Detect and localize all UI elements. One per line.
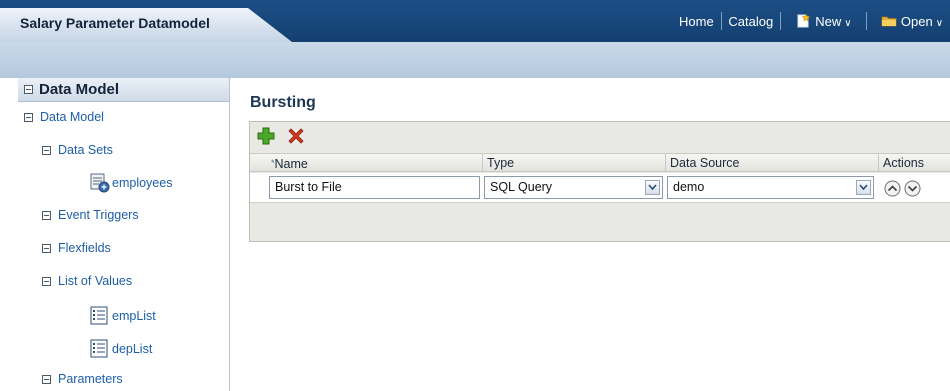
plus-icon[interactable]	[256, 126, 276, 146]
tree-item-label: Event Triggers	[58, 208, 139, 222]
tree-item-label: empList	[112, 309, 156, 323]
column-header-type[interactable]: Type	[482, 154, 665, 172]
data-source-select-value: demo	[673, 180, 705, 194]
new-menu-button[interactable]: New ∨	[788, 13, 858, 29]
chevron-down-icon: ∨	[844, 18, 852, 29]
page-title: Bursting	[250, 94, 316, 111]
list-icon	[90, 306, 108, 325]
collapse-icon[interactable]	[24, 112, 33, 122]
top-header: Salary Parameter Datamodel Home Catalog …	[0, 0, 950, 42]
tree-item-employees[interactable]: employees	[90, 173, 172, 193]
toolbar-strip	[0, 42, 950, 78]
name-input[interactable]: Burst to File	[269, 176, 480, 199]
navigator-title: Data Model	[39, 81, 120, 98]
tree-item-deplist[interactable]: depList	[90, 339, 152, 359]
type-select-value: SQL Query	[490, 180, 553, 194]
tree-item-data-sets[interactable]: Data Sets	[42, 143, 113, 157]
tree-item-list-of-values[interactable]: List of Values	[42, 274, 132, 288]
menu-divider	[865, 12, 867, 30]
collapse-icon[interactable]	[42, 210, 51, 220]
tree-item-label: List of Values	[58, 274, 133, 288]
chevron-down-icon: ∨	[935, 18, 944, 29]
table-header: *Name Type Data Source Actions	[250, 153, 950, 172]
chevron-down-icon	[859, 184, 868, 191]
collapse-icon[interactable]	[24, 85, 33, 94]
column-header-data-source[interactable]: Data Source	[665, 154, 878, 172]
tree-item-label: Data Sets	[58, 143, 113, 157]
catalog-link[interactable]: Catalog	[721, 14, 780, 29]
type-select[interactable]: SQL Query	[484, 176, 663, 199]
collapse-icon[interactable]	[42, 145, 51, 155]
table-toolbar	[256, 126, 306, 146]
list-icon	[90, 339, 108, 358]
tree-item-label: Flexfields	[58, 241, 111, 255]
collapse-icon[interactable]	[42, 276, 51, 286]
data-source-select[interactable]: demo	[667, 176, 874, 199]
dataset-icon	[90, 173, 110, 193]
tree-item-label: Parameters	[58, 372, 123, 386]
collapse-icon[interactable]	[42, 243, 51, 253]
folder-icon	[881, 16, 897, 27]
menu-divider	[780, 12, 781, 30]
data-model-navigator: Data Model Data Model Data Sets employee…	[18, 78, 230, 391]
tree-item-label: depList	[112, 342, 153, 356]
tree-item-flexfields[interactable]: Flexfields	[42, 241, 111, 255]
table-row: Burst to File SQL Query demo	[250, 173, 950, 203]
new-document-icon	[797, 13, 811, 28]
tree-item-event-triggers[interactable]: Event Triggers	[42, 208, 139, 222]
tree-item-parameters[interactable]: Parameters	[42, 372, 123, 386]
open-menu-button[interactable]: Open ∨	[874, 13, 950, 29]
new-menu-label: New	[815, 14, 842, 29]
chevron-down-icon	[648, 184, 657, 191]
move-up-icon[interactable]	[884, 180, 901, 197]
tree-item-data-model[interactable]: Data Model	[24, 110, 104, 124]
bursting-table-panel: *Name Type Data Source Actions Burst to …	[249, 121, 950, 242]
tree-item-label: employees	[112, 176, 173, 190]
dropdown-button[interactable]	[856, 180, 871, 195]
column-header-name[interactable]: *Name	[267, 154, 482, 172]
home-link[interactable]: Home	[672, 14, 721, 29]
dropdown-button[interactable]	[645, 180, 660, 195]
x-icon[interactable]	[286, 126, 306, 146]
document-title: Salary Parameter Datamodel	[20, 15, 210, 31]
column-header-actions: Actions	[878, 154, 950, 172]
tree-item-label: Data Model	[40, 110, 104, 124]
collapse-icon[interactable]	[42, 374, 51, 384]
tree-item-emplist[interactable]: empList	[90, 306, 156, 326]
move-down-icon[interactable]	[904, 180, 921, 197]
navigator-header[interactable]: Data Model	[18, 78, 229, 102]
open-menu-label: Open	[900, 14, 933, 29]
header-menu: Home Catalog New ∨ Open ∨	[672, 0, 950, 42]
